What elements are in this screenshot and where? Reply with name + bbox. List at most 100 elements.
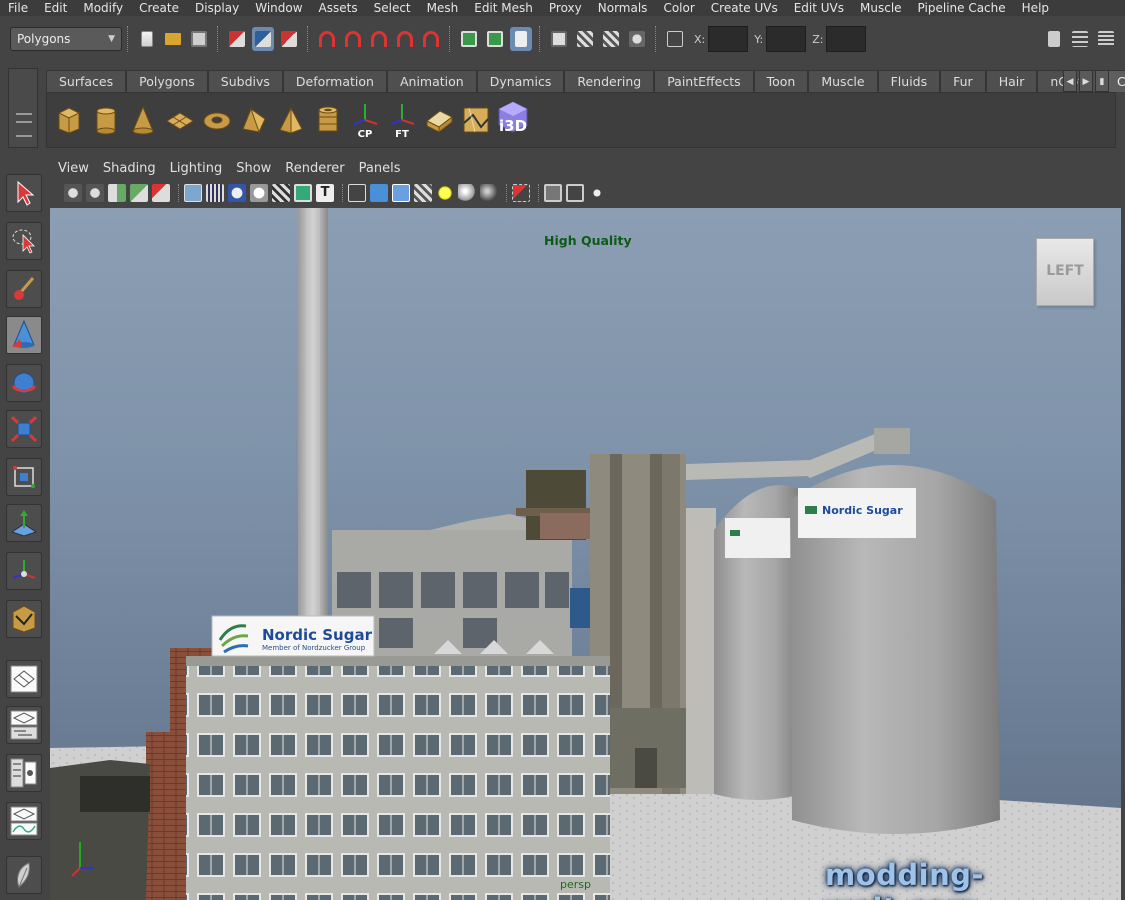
xray-icon[interactable] [544,184,562,202]
menu-help[interactable]: Help [1014,0,1057,16]
poly-plane-icon[interactable] [164,102,196,138]
camera-attributes-icon[interactable] [86,184,104,202]
menu-display[interactable]: Display [187,0,247,16]
use-all-lights-icon[interactable] [436,184,454,202]
center-pivot-icon[interactable]: CP [349,102,381,140]
channel-box-button[interactable] [1095,27,1117,51]
render-settings-button[interactable] [626,27,648,51]
rotate-tool-button[interactable] [6,364,42,402]
uv-editor-icon[interactable] [460,102,492,138]
wireframe-icon[interactable] [348,184,366,202]
open-scene-button[interactable] [162,27,184,51]
shelf-tab-muscle[interactable]: Muscle [808,70,878,92]
poly-pyramid-icon[interactable] [275,102,307,138]
snap-live-button[interactable] [420,27,442,51]
ipr-render-button[interactable] [600,27,622,51]
safe-action-icon[interactable] [294,184,312,202]
coord-x-field[interactable] [708,26,749,52]
snap-point-button[interactable] [368,27,390,51]
grid-icon[interactable] [184,184,202,202]
shelf-tab-subdivs[interactable]: Subdivs [207,70,283,92]
input-ops-button[interactable] [458,27,480,51]
menu-edit-mesh[interactable]: Edit Mesh [466,0,541,16]
two-d-pan-zoom-icon[interactable] [152,184,170,202]
layout-hypershade-button[interactable] [6,754,42,792]
smooth-shade-icon[interactable] [370,184,388,202]
layout-outliner-pane-button[interactable] [6,706,42,744]
last-used-tool-button[interactable] [6,600,42,638]
shelf-tab-deformation[interactable]: Deformation [282,70,387,92]
menu-edit-uvs[interactable]: Edit UVs [786,0,852,16]
menu-color[interactable]: Color [655,0,702,16]
construction-history-button[interactable] [510,27,532,51]
shelf-tab-animation[interactable]: Animation [386,70,477,92]
bookmark-icon[interactable] [108,184,126,202]
tool-settings-button[interactable] [1069,27,1091,51]
poly-cube-icon[interactable] [53,102,85,138]
select-object-button[interactable] [252,27,274,51]
gate-mask-icon[interactable] [250,184,268,202]
menu-set-selector[interactable]: Polygons ▼ [10,27,122,51]
select-component-button[interactable] [278,27,300,51]
xray-joints-icon[interactable] [566,184,584,202]
menu-pipeline-cache[interactable]: Pipeline Cache [910,0,1014,16]
new-scene-button[interactable] [136,27,158,51]
panel-menu-renderer[interactable]: Renderer [285,161,344,176]
perspective-viewport[interactable]: Nordic Sugar Nordic Sugar Member of Nord… [50,208,1121,900]
coord-z-field[interactable] [826,26,867,52]
shelf-tab-rendering[interactable]: Rendering [564,70,655,92]
layout-graph-editor-button[interactable] [6,802,42,840]
menu-proxy[interactable]: Proxy [541,0,590,16]
textured-icon[interactable] [414,184,432,202]
coord-y-field[interactable] [766,26,807,52]
film-gate-icon[interactable] [206,184,224,202]
field-chart-icon[interactable] [272,184,290,202]
default-light-icon[interactable] [458,184,476,202]
panel-menu-view[interactable]: View [58,161,89,176]
absolute-transform-button[interactable] [664,27,686,51]
lasso-tool-button[interactable] [6,222,42,260]
menu-window[interactable]: Window [247,0,310,16]
render-view-button[interactable] [548,27,570,51]
menu-modify[interactable]: Modify [75,0,131,16]
menu-assets[interactable]: Assets [311,0,366,16]
select-hierarchy-button[interactable] [226,27,248,51]
safe-title-icon[interactable]: T [316,184,334,202]
shelf-menu-handle[interactable] [8,68,38,148]
shelf-tab-toon[interactable]: Toon [753,70,809,92]
menu-file[interactable]: File [0,0,36,16]
attribute-editor-button[interactable] [1043,27,1065,51]
snap-grid-button[interactable] [316,27,338,51]
poly-cone-icon[interactable] [127,102,159,138]
panel-menu-panels[interactable]: Panels [359,161,401,176]
wireframe-on-shaded-icon[interactable] [392,184,410,202]
resolution-gate-icon[interactable] [228,184,246,202]
freeze-transform-icon[interactable]: FT [386,102,418,140]
i3d-export-icon[interactable]: i3D [497,101,529,138]
soft-modification-button[interactable] [6,504,42,542]
shelf-tab-polygons[interactable]: Polygons [126,70,208,92]
panel-menu-show[interactable]: Show [236,161,271,176]
show-manipulator-button[interactable] [6,552,42,590]
panel-menu-lighting[interactable]: Lighting [170,161,223,176]
output-ops-button[interactable] [484,27,506,51]
snap-plane-button[interactable] [394,27,416,51]
save-scene-button[interactable] [188,27,210,51]
menu-create[interactable]: Create [131,0,187,16]
menu-select[interactable]: Select [366,0,419,16]
shelf-tab-surfaces[interactable]: Surfaces [46,70,127,92]
shelf-scroll-left-icon[interactable]: ◀ [1063,70,1077,92]
select-tool-button[interactable] [6,174,42,212]
menu-mesh[interactable]: Mesh [419,0,467,16]
poly-pipe-icon[interactable] [312,102,344,138]
shelf-tab-fluids[interactable]: Fluids [877,70,941,92]
shelf-tab-hair[interactable]: Hair [985,70,1038,92]
shelf-tab-painteffects[interactable]: PaintEffects [654,70,754,92]
layout-single-pane-button[interactable] [6,660,42,698]
move-tool-button[interactable] [6,316,42,354]
paint-select-tool-button[interactable] [6,270,42,308]
shelf-delete-icon[interactable]: ▮ [1095,70,1109,92]
universal-manipulator-button[interactable] [6,458,42,496]
shelf-scroll-right-icon[interactable]: ▶ [1079,70,1093,92]
menu-muscle[interactable]: Muscle [852,0,910,16]
